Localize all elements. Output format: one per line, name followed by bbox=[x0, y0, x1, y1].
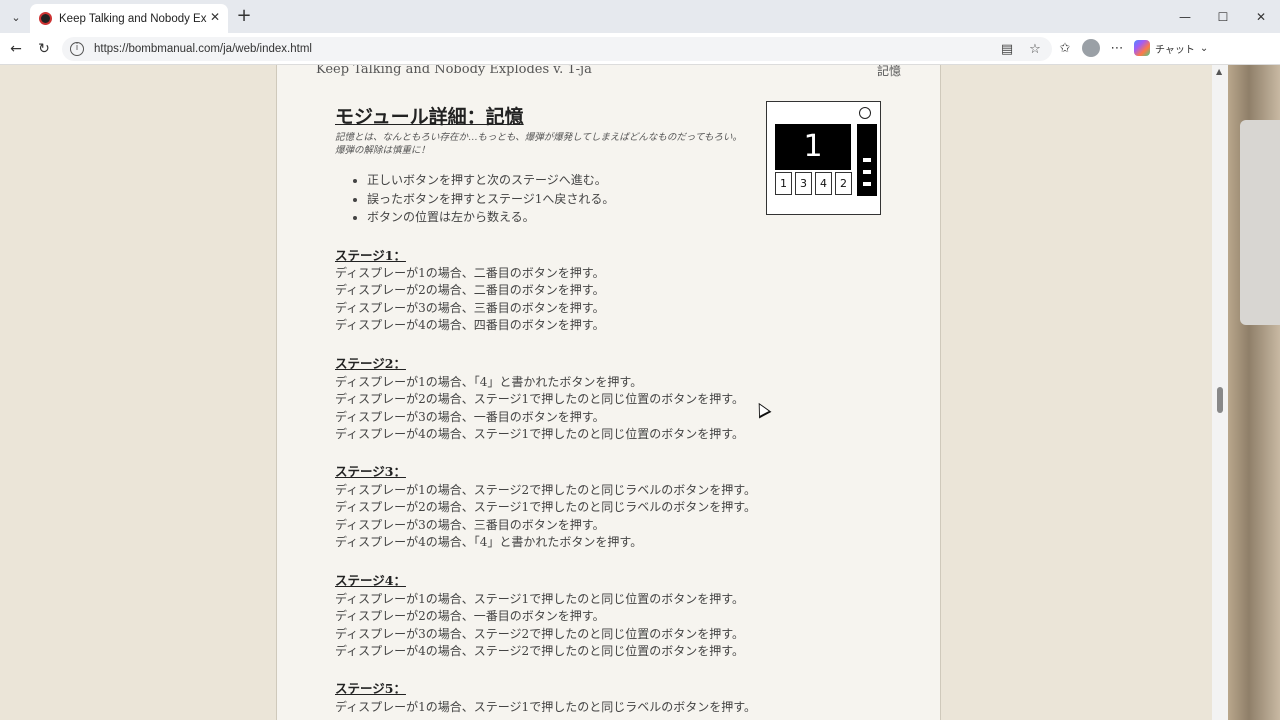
bomb-favicon-icon bbox=[39, 12, 52, 25]
module-button: 1 bbox=[775, 172, 792, 195]
star-icon[interactable]: ☆ bbox=[1026, 40, 1044, 58]
rule-line: ディスプレーが2の場合、二番目のボタンを押す。 bbox=[335, 283, 605, 298]
stage-1-heading: ステージ1： bbox=[335, 248, 406, 263]
rule-line: ディスプレーが2の場合、ステージ1で押したのと同じ位置のボタンを押す。 bbox=[335, 392, 744, 407]
memory-module-illustration: 1 1 3 4 2 bbox=[766, 101, 881, 215]
rule-line: ディスプレーが1の場合、ステージ1で押したのと同じ位置のボタンを押す。 bbox=[335, 592, 744, 606]
rule-line: ディスプレーが3の場合、三番目のボタンを押す。 bbox=[335, 300, 605, 315]
module-button: 3 bbox=[795, 172, 812, 195]
rule-line: ディスプレーが1の場合、二番目のボタンを押す。 bbox=[335, 266, 605, 280]
rule-line: ディスプレーが1の場合、ステージ1で押したのと同じラベルのボタンを押す。 bbox=[335, 700, 756, 714]
stage-1-rules: ディスプレーが1の場合、二番目のボタンを押す。 ディスプレーが2の場合、二番目の… bbox=[335, 265, 605, 334]
bullet-item: 誤ったボタンを押すとステージ1へ戻される。 bbox=[367, 190, 614, 209]
stage-3-heading: ステージ3： bbox=[335, 464, 406, 479]
maximize-icon[interactable]: ☐ bbox=[1204, 0, 1242, 33]
address-bar: ← ↻ i https://bombmanual.com/ja/web/inde… bbox=[0, 33, 1280, 65]
stage-5-rules: ディスプレーが1の場合、ステージ1で押したのと同じラベルのボタンを押す。 bbox=[335, 699, 756, 716]
copilot-label: チャット bbox=[1155, 44, 1195, 56]
module-title: モジュール詳細：記憶 bbox=[335, 106, 524, 128]
minimize-icon[interactable]: — bbox=[1166, 0, 1204, 33]
url-text: https://bombmanual.com/ja/web/index.html bbox=[94, 43, 312, 55]
rule-line: ディスプレーが2の場合、ステージ1で押したのと同じラベルのボタンを押す。 bbox=[335, 500, 756, 515]
rule-line: ディスプレーが3の場合、三番目のボタンを押す。 bbox=[335, 517, 605, 532]
window-controls: — ☐ ✕ bbox=[1166, 0, 1280, 33]
chevron-down-icon[interactable]: ⌄ bbox=[6, 7, 26, 27]
stage-3-rules: ディスプレーが1の場合、ステージ2で押したのと同じラベルのボタンを押す。 ディス… bbox=[335, 482, 756, 551]
stage-5-heading: ステージ5： bbox=[335, 681, 406, 696]
reader-icon[interactable]: ▤ bbox=[998, 40, 1016, 58]
stage-2-rules: ディスプレーが1の場合、「4」と書かれたボタンを押す。 ディスプレーが2の場合、… bbox=[335, 374, 744, 443]
manual-header-title: Keep Talking and Nobody Explodes v. 1-ja bbox=[316, 65, 592, 77]
module-button: 4 bbox=[815, 172, 832, 195]
rule-line: ディスプレーが4の場合、「4」と書かれたボタンを押す。 bbox=[335, 534, 643, 549]
rule-line: ディスプレーが1の場合、ステージ2で押したのと同じラベルのボタンを押す。 bbox=[335, 483, 756, 497]
flavor-text: 記憶とは、なんともろい存在か…もっとも、爆弾が爆発してしまえばどんなものだっても… bbox=[335, 132, 742, 156]
info-icon[interactable]: i bbox=[70, 42, 84, 56]
copilot-icon bbox=[1134, 40, 1150, 56]
close-icon[interactable]: ✕ bbox=[210, 10, 220, 24]
page-viewport[interactable]: Keep Talking and Nobody Explodes v. 1-ja… bbox=[0, 65, 1228, 720]
rule-line: ディスプレーが3の場合、ステージ2で押したのと同じ位置のボタンを押す。 bbox=[335, 626, 744, 641]
rule-line: ディスプレーが1の場合、「4」と書かれたボタンを押す。 bbox=[335, 375, 643, 389]
collections-icon[interactable]: ✩ bbox=[1056, 39, 1074, 57]
active-tab[interactable]: Keep Talking and Nobody Explodes ✕ bbox=[30, 4, 228, 33]
copilot-button[interactable]: チャット ⌄ bbox=[1134, 40, 1208, 56]
bullet-item: ボタンの位置は左から数える。 bbox=[367, 208, 614, 227]
stage-4-heading: ステージ4： bbox=[335, 573, 406, 588]
rule-line: ディスプレーが4の場合、四番目のボタンを押す。 bbox=[335, 317, 605, 332]
window-close-icon[interactable]: ✕ bbox=[1242, 0, 1280, 33]
avatar[interactable] bbox=[1082, 39, 1100, 57]
manual-page: Keep Talking and Nobody Explodes v. 1-ja… bbox=[276, 65, 941, 720]
module-display: 1 bbox=[775, 124, 851, 170]
rule-line: ディスプレーが3の場合、一番目のボタンを押す。 bbox=[335, 409, 605, 424]
url-input[interactable]: i https://bombmanual.com/ja/web/index.ht… bbox=[62, 37, 1052, 61]
reload-icon[interactable]: ↻ bbox=[34, 39, 54, 59]
module-button: 2 bbox=[835, 172, 852, 195]
game-background-panel bbox=[1240, 120, 1280, 325]
rule-line: ディスプレーが4の場合、ステージ2で押したのと同じ位置のボタンを押す。 bbox=[335, 643, 744, 658]
tab-title: Keep Talking and Nobody Explodes bbox=[59, 12, 207, 25]
stage-2-heading: ステージ2： bbox=[335, 356, 406, 371]
rules-bullet-list: 正しいボタンを押すと次のステージへ進む。 誤ったボタンを押すとステージ1へ戻され… bbox=[367, 171, 614, 227]
more-icon[interactable]: ⋯ bbox=[1108, 39, 1126, 57]
status-led-icon bbox=[859, 107, 871, 119]
plus-icon[interactable]: + bbox=[234, 6, 254, 26]
stage-4-rules: ディスプレーが1の場合、ステージ1で押したのと同じ位置のボタンを押す。 ディスプ… bbox=[335, 591, 744, 660]
module-button-row: 1 3 4 2 bbox=[775, 172, 852, 195]
tab-bar: ⌄ Keep Talking and Nobody Explodes ✕ + —… bbox=[0, 0, 1280, 33]
vertical-scrollbar[interactable]: ▲ bbox=[1212, 65, 1228, 720]
bullet-item: 正しいボタンを押すと次のステージへ進む。 bbox=[367, 171, 614, 190]
stage-indicator bbox=[857, 124, 877, 196]
rule-line: ディスプレーが2の場合、一番目のボタンを押す。 bbox=[335, 609, 605, 624]
scroll-thumb[interactable] bbox=[1217, 387, 1223, 413]
manual-header-section: 記憶 bbox=[877, 65, 902, 78]
chevron-down-icon: ⌄ bbox=[1199, 42, 1209, 54]
rule-line: ディスプレーが4の場合、ステージ1で押したのと同じ位置のボタンを押す。 bbox=[335, 426, 744, 441]
scroll-up-icon[interactable]: ▲ bbox=[1216, 67, 1222, 76]
arrow-left-icon[interactable]: ← bbox=[6, 39, 26, 59]
